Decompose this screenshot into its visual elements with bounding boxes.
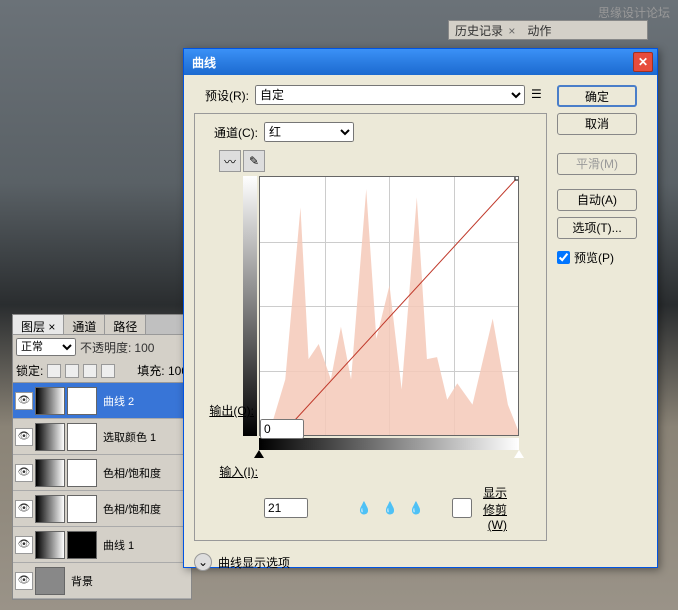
channel-select[interactable]: 红 — [264, 122, 354, 142]
layer-row[interactable]: 色相/饱和度 — [13, 455, 191, 491]
blend-mode-select[interactable]: 正常 — [16, 338, 76, 356]
layers-panel: 图层 × 通道 路径 正常 不透明度: 100 锁定: 填充: 100 曲线 2… — [12, 314, 192, 600]
tab-layers[interactable]: 图层 × — [13, 315, 64, 334]
layer-name: 色相/饱和度 — [103, 465, 161, 481]
layer-name: 色相/饱和度 — [103, 501, 161, 517]
layer-name: 曲线 1 — [103, 537, 134, 553]
channel-label: 通道(C): — [203, 124, 258, 141]
options-button[interactable]: 选项(T)... — [557, 217, 637, 239]
layer-name: 背景 — [71, 573, 93, 589]
preset-label: 预设(R): — [194, 87, 249, 104]
dialog-title: 曲线 — [188, 54, 633, 71]
output-input[interactable] — [260, 419, 304, 439]
layer-row[interactable]: 背景 — [13, 563, 191, 599]
layer-mask-thumbnail[interactable] — [67, 387, 97, 415]
lock-brush-icon[interactable] — [65, 364, 79, 378]
output-label: 输出(O): — [199, 402, 254, 419]
eyedropper-black-icon[interactable]: 💧 — [354, 498, 374, 518]
visibility-eye-icon[interactable] — [15, 572, 33, 590]
curves-dialog: 曲线 ✕ 预设(R): 自定 ☰ 通道(C): 红 〰 ✎ — [183, 48, 658, 568]
smooth-button: 平滑(M) — [557, 153, 637, 175]
layer-thumbnail[interactable] — [35, 459, 65, 487]
layer-row[interactable]: 曲线 2 — [13, 383, 191, 419]
output-gradient — [243, 176, 257, 436]
layer-name: 曲线 2 — [103, 393, 134, 409]
close-icon[interactable]: × — [505, 24, 515, 38]
visibility-eye-icon[interactable] — [15, 428, 33, 446]
opacity-label: 不透明度: 100 — [80, 339, 188, 356]
show-clip-checkbox[interactable]: 显示修剪(W) — [452, 484, 507, 532]
auto-button[interactable]: 自动(A) — [557, 189, 637, 211]
tab-actions[interactable]: 动作 — [527, 22, 551, 39]
layer-name: 选取颜色 1 — [103, 429, 156, 445]
layer-mask-thumbnail[interactable] — [67, 495, 97, 523]
expand-display-options-button[interactable]: ⌄ — [194, 553, 212, 571]
watermark-text: 思缘设计论坛 — [598, 4, 670, 21]
eyedropper-white-icon[interactable]: 💧 — [406, 498, 426, 518]
layer-row[interactable]: 曲线 1 — [13, 527, 191, 563]
history-panel: 历史记录 × 动作 — [448, 20, 648, 40]
curve-tool-icon[interactable]: 〰 — [219, 150, 241, 172]
layer-mask-thumbnail[interactable] — [67, 531, 97, 559]
input-input[interactable] — [264, 498, 308, 518]
layer-mask-thumbnail[interactable] — [67, 423, 97, 451]
layer-thumbnail[interactable] — [35, 423, 65, 451]
tab-channels[interactable]: 通道 — [64, 315, 105, 334]
tab-history[interactable]: 历史记录 × — [455, 22, 515, 39]
curves-area: 通道(C): 红 〰 ✎ — [194, 113, 547, 541]
white-point-slider[interactable] — [514, 450, 524, 458]
lock-transparent-icon[interactable] — [47, 364, 61, 378]
close-icon[interactable]: × — [48, 320, 55, 334]
layer-thumbnail[interactable] — [35, 495, 65, 523]
lock-label: 锁定: — [16, 362, 43, 379]
layers-lock-row: 锁定: 填充: 100 — [13, 359, 191, 383]
layers-tabs: 图层 × 通道 路径 — [13, 315, 191, 335]
curves-graph[interactable] — [259, 176, 519, 436]
layer-thumbnail[interactable] — [35, 387, 65, 415]
visibility-eye-icon[interactable] — [15, 464, 33, 482]
layer-thumbnail[interactable] — [35, 567, 65, 595]
layer-thumbnail[interactable] — [35, 531, 65, 559]
titlebar[interactable]: 曲线 ✕ — [184, 49, 657, 75]
lock-move-icon[interactable] — [83, 364, 97, 378]
cancel-button[interactable]: 取消 — [557, 113, 637, 135]
layer-row[interactable]: 选取颜色 1 — [13, 419, 191, 455]
ok-button[interactable]: 确定 — [557, 85, 637, 107]
fill-label: 填充: 100 — [137, 362, 188, 379]
eyedropper-gray-icon[interactable]: 💧 — [380, 498, 400, 518]
curve-line[interactable] — [260, 177, 518, 435]
lock-all-icon[interactable] — [101, 364, 115, 378]
preview-checkbox[interactable]: 预览(P) — [557, 249, 647, 266]
visibility-eye-icon[interactable] — [15, 500, 33, 518]
display-options-label: 曲线显示选项 — [218, 554, 290, 571]
visibility-eye-icon[interactable] — [15, 536, 33, 554]
visibility-eye-icon[interactable] — [15, 392, 33, 410]
preset-menu-icon[interactable]: ☰ — [531, 87, 547, 103]
black-point-slider[interactable] — [254, 450, 264, 458]
layer-row[interactable]: 色相/饱和度 — [13, 491, 191, 527]
close-button[interactable]: ✕ — [633, 52, 653, 72]
input-label: 输入(I): — [203, 463, 258, 480]
pencil-tool-icon[interactable]: ✎ — [243, 150, 265, 172]
tab-paths[interactable]: 路径 — [105, 315, 146, 334]
preset-select[interactable]: 自定 — [255, 85, 525, 105]
input-gradient[interactable] — [259, 438, 519, 450]
layers-controls: 正常 不透明度: 100 — [13, 335, 191, 359]
layer-mask-thumbnail[interactable] — [67, 459, 97, 487]
